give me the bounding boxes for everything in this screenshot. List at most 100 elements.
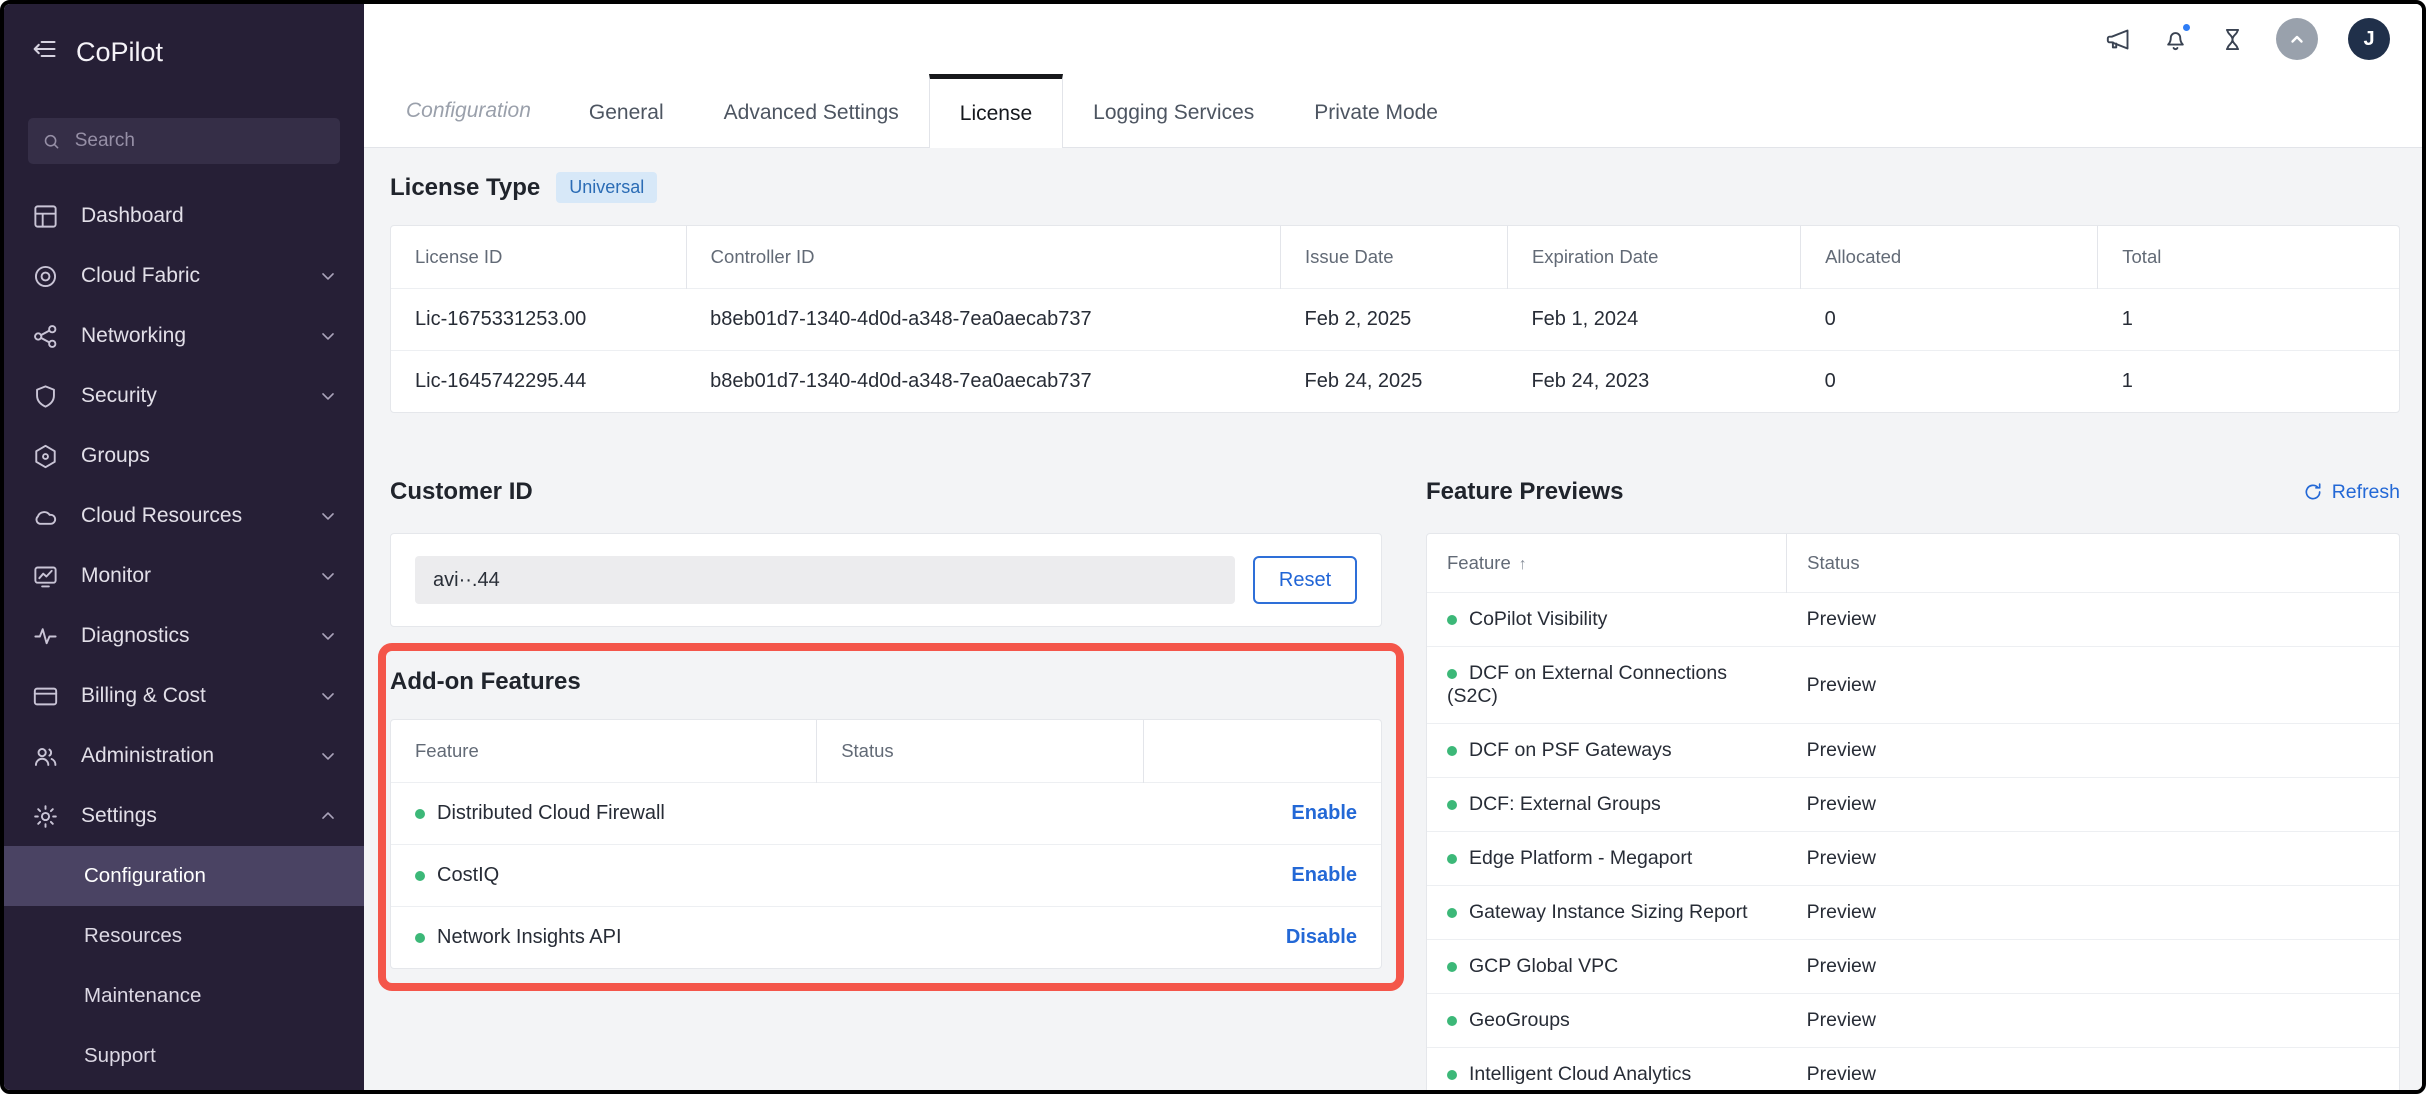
sidebar-item-monitor[interactable]: Monitor [4,546,364,606]
table-row: Gateway Instance Sizing Report Preview [1427,885,2399,940]
notifications-icon[interactable] [2162,21,2192,53]
chevron-down-icon [318,746,338,766]
status-dot [415,870,425,881]
addon-table-header: Feature Status [391,720,1381,783]
sidebar-item-settings[interactable]: Settings [4,786,364,846]
status-dot [1447,907,1457,918]
tab-logging-services[interactable]: Logging Services [1063,74,1284,147]
cloud-fabric-icon [32,263,59,290]
sidebar-item-cloud-fabric[interactable]: Cloud Fabric [4,246,364,306]
feature-previews-header: Feature Previews Refresh [1426,477,2400,507]
sidebar-item-groups[interactable]: Groups [4,426,364,486]
settings-icon [32,803,59,830]
status-dot [1447,961,1457,972]
status-dot [1447,668,1457,679]
search-icon [44,134,59,149]
col-license-id: License ID [415,246,503,267]
sidebar-item-networking[interactable]: Networking [4,306,364,366]
refresh-icon [2305,483,2321,500]
reset-button[interactable]: Reset [1253,556,1357,604]
sidebar-search[interactable] [28,118,340,164]
security-icon [32,383,59,410]
table-row: Intelligent Cloud Analytics Preview [1427,1047,2399,1090]
scroll-top-icon[interactable] [2276,18,2318,60]
sidebar-item-configuration[interactable]: Configuration [4,846,364,906]
networking-icon [32,323,59,350]
right-column: Feature Previews Refresh Feature ↑ Statu… [1426,477,2400,1090]
license-type-title: License Type [390,173,541,201]
avatar[interactable]: J [2348,18,2390,60]
feature-previews-title: Feature Previews [1426,478,1624,505]
tasks-icon[interactable] [2219,26,2246,53]
sidebar: CoPilot Dashboard Cloud Fabric Networkin… [4,4,364,1090]
search-input[interactable] [72,129,326,153]
refresh-button[interactable]: Refresh [2303,481,2400,504]
diagnostics-icon [32,623,59,650]
table-row: Distributed Cloud Firewall Enable [391,782,1381,845]
groups-icon [32,443,59,470]
sidebar-item-dashboard[interactable]: Dashboard [4,186,364,246]
col-issue-date: Issue Date [1280,226,1508,289]
col-feature[interactable]: Feature ↑ [1427,534,1787,593]
tab-bar: Configuration General Advanced Settings … [364,74,2422,148]
table-row: CostIQ Enable [391,844,1381,907]
table-row: DCF: External Groups Preview [1427,777,2399,832]
tab-advanced-settings[interactable]: Advanced Settings [694,74,929,147]
chevron-down-icon [318,686,338,706]
previews-table-card: Feature ↑ Status CoPilot Visibility Previe… [1426,533,2400,1090]
customer-id-card: Reset [390,533,1382,627]
disable-link[interactable]: Disable [1286,926,1357,948]
status-dot [1447,1015,1457,1026]
content: License Type Universal License ID Contro… [364,148,2422,1090]
license-type-badge: Universal [556,172,658,203]
col-feature: Feature [415,740,479,761]
status-dot [1447,799,1457,810]
left-column: Customer ID Reset Add-on Features [378,477,1404,991]
previews-table-header: Feature ↑ Status [1427,534,2399,593]
tab-private-mode[interactable]: Private Mode [1284,74,1468,147]
addon-table: Feature Status Distributed Cloud Firewal… [391,720,1381,968]
breadcrumb: Configuration [406,98,531,122]
sidebar-item-security[interactable]: Security [4,366,364,426]
col-action [1142,720,1381,783]
sidebar-item-resources[interactable]: Resources [4,906,364,966]
table-row: GCP Global VPC Preview [1427,939,2399,994]
sidebar-item-support[interactable]: Support [4,1026,364,1086]
dashboard-icon [32,203,59,230]
table-row: Lic-1675331253.00 b8eb01d7-1340-4d0d-a34… [391,288,2399,351]
notification-dot [2181,21,2192,33]
topbar: J [364,4,2422,74]
col-status: Status [1786,534,2399,593]
chevron-down-icon [318,566,338,586]
addon-features-title: Add-on Features [390,668,581,695]
customer-id-input[interactable] [415,556,1235,604]
sidebar-item-cloud-resources[interactable]: Cloud Resources [4,486,364,546]
col-status: Status [816,720,1144,783]
collapse-sidebar-icon[interactable] [30,35,58,70]
table-row: CoPilot Visibility Preview [1427,592,2399,647]
enable-link[interactable]: Enable [1291,864,1357,886]
chevron-down-icon [318,386,338,406]
col-controller-id: Controller ID [685,226,1281,289]
table-row: Edge Platform - Megaport Preview [1427,831,2399,886]
sidebar-item-diagnostics[interactable]: Diagnostics [4,606,364,666]
previews-table: Feature ↑ Status CoPilot Visibility Previe… [1427,534,2399,1090]
license-table-header: License ID Controller ID Issue Date Expi… [391,226,2399,289]
addon-table-card: Feature Status Distributed Cloud Firewal… [390,719,1382,969]
chevron-down-icon [318,266,338,286]
chevron-up-icon [318,806,338,826]
status-dot [1447,1069,1457,1080]
col-allocated: Allocated [1800,226,2098,289]
administration-icon [32,743,59,770]
sidebar-item-maintenance[interactable]: Maintenance [4,966,364,1026]
status-dot [1447,745,1457,756]
sidebar-item-administration[interactable]: Administration [4,726,364,786]
announcements-icon[interactable] [2105,26,2132,53]
sidebar-item-billing-cost[interactable]: Billing & Cost [4,666,364,726]
sidebar-nav: Dashboard Cloud Fabric Networking Securi… [4,186,364,1086]
tab-license[interactable]: License [928,74,1064,148]
chevron-down-icon [318,506,338,526]
tab-general[interactable]: General [559,74,694,147]
enable-link[interactable]: Enable [1291,802,1357,824]
table-row: Network Insights API Disable [391,906,1381,968]
